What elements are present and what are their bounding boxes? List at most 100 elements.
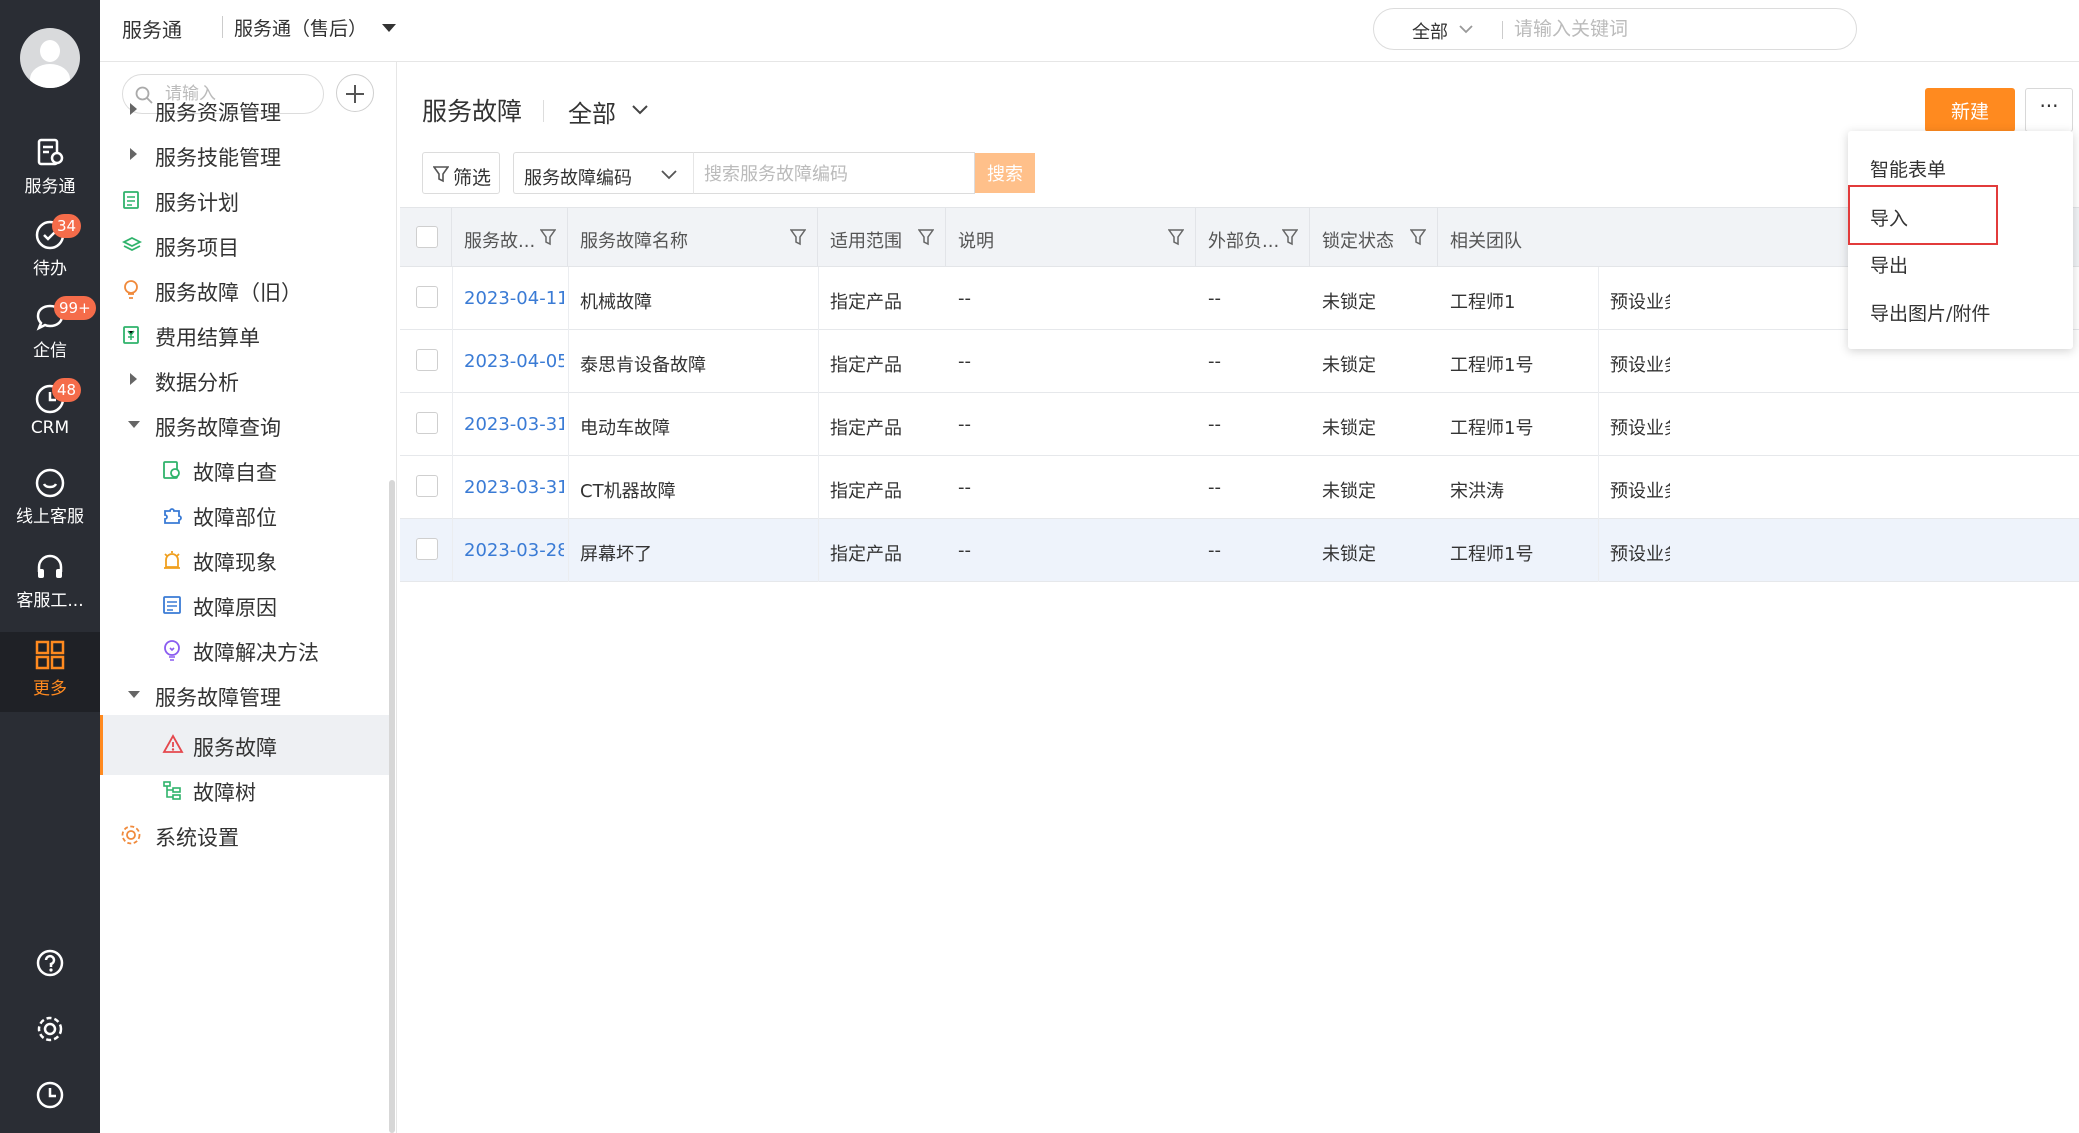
global-search-input[interactable]: [1514, 15, 1834, 43]
top-bar: 服务通 服务通（售后） 全部: [100, 0, 2079, 62]
lock-status: 未锁定: [1322, 292, 1376, 313]
scope: 指定产品: [830, 418, 902, 439]
caret-down-icon[interactable]: [382, 24, 396, 32]
fault-name: CT机器故障: [580, 481, 676, 502]
lock-status: 未锁定: [1322, 355, 1376, 376]
rail-item-more[interactable]: 更多: [0, 632, 100, 712]
column-header[interactable]: 相关团队: [1438, 208, 1598, 266]
todo-badge: 34: [52, 214, 82, 238]
column-header[interactable]: 服务故...: [452, 208, 568, 266]
sidebar-item-label: 费用结算单: [155, 326, 260, 350]
column-header-label: 服务故障名称: [580, 231, 688, 252]
description: --: [958, 477, 971, 498]
sidebar-item-system-settings[interactable]: 系统设置: [100, 805, 390, 865]
caret-down-icon: [128, 421, 140, 428]
table-row[interactable]: 2023-03-310... CT机器故障 指定产品 -- -- 未锁定 宋洪涛…: [400, 456, 2079, 519]
filter-icon[interactable]: [790, 228, 806, 246]
app-title[interactable]: 服务通: [122, 14, 182, 43]
chevron-down-icon[interactable]: [631, 104, 649, 115]
app-switcher-label[interactable]: 服务通（售后）: [234, 14, 367, 41]
service-icon: [37, 138, 64, 166]
column-header-label: 锁定状态: [1322, 231, 1394, 252]
help-button[interactable]: [0, 936, 100, 986]
column-header-label: 相关团队: [1450, 231, 1522, 252]
filter-icon[interactable]: [1168, 228, 1184, 246]
column-header[interactable]: 服务故障名称: [568, 208, 818, 266]
table-row[interactable]: 2023-03-310... 电动车故障 指定产品 -- -- 未锁定 工程师1…: [400, 393, 2079, 456]
search-scope-select[interactable]: 全部: [1412, 18, 1448, 44]
search-button[interactable]: 搜索: [975, 153, 1035, 193]
row-checkbox[interactable]: [416, 538, 438, 560]
business-type: 预设业务: [1610, 544, 1670, 565]
history-button[interactable]: [0, 1068, 100, 1118]
rail-label: CRM: [30, 418, 70, 438]
column-header[interactable]: 外部负...: [1196, 208, 1310, 266]
rail-item-online-service[interactable]: 线上客服: [0, 460, 100, 540]
row-checkbox[interactable]: [416, 412, 438, 434]
sidebar-scrollbar[interactable]: [389, 480, 395, 1133]
more-button[interactable]: ···: [2025, 88, 2073, 132]
related-team: 工程师1号: [1450, 544, 1534, 565]
main-content: 服务故障 全部 新建 ··· 筛选 服务故障编码 搜索 服务故... 服务故障名…: [398, 62, 2079, 1133]
lock-status: 未锁定: [1322, 481, 1376, 502]
menu-item-import[interactable]: 导入: [1848, 185, 1998, 245]
filter-icon[interactable]: [918, 228, 934, 246]
rail-item-service[interactable]: 服务通: [0, 130, 100, 210]
filter-icon[interactable]: [1410, 228, 1426, 246]
column-header[interactable]: 适用范围: [818, 208, 946, 266]
caret-down-icon: [128, 691, 140, 698]
rail-item-chat[interactable]: 企信 99+: [0, 294, 100, 374]
warning-icon: [162, 734, 184, 753]
menu-item-label: 智能表单: [1870, 159, 1947, 181]
table-row[interactable]: 2023-04-110... 机械故障 指定产品 -- -- 未锁定 工程师1 …: [400, 267, 2079, 330]
sidebar-item-label: 服务资源管理: [155, 101, 281, 125]
description: --: [958, 414, 971, 435]
history-icon: [36, 1081, 64, 1109]
rail-item-crm[interactable]: CRM 48: [0, 376, 100, 456]
filter-icon[interactable]: [1282, 228, 1298, 246]
column-header[interactable]: 锁定状态: [1310, 208, 1438, 266]
menu-item-export[interactable]: 导出: [1848, 239, 2073, 285]
caret-right-icon: [130, 148, 137, 160]
column-header[interactable]: 说明: [946, 208, 1196, 266]
view-select[interactable]: 全部: [568, 94, 616, 129]
table-row[interactable]: 2023-04-050... 泰思肯设备故障 指定产品 -- -- 未锁定 工程…: [400, 330, 2079, 393]
business-type: 预设业务: [1610, 481, 1670, 502]
rail-item-service-desk[interactable]: 客服工...: [0, 544, 100, 624]
fault-code-link[interactable]: 2023-04-110...: [464, 288, 564, 309]
menu-item-export-images[interactable]: 导出图片/附件: [1848, 287, 2073, 333]
sidebar-item-label: 故障解决方法: [193, 641, 319, 665]
keyword-input[interactable]: [704, 161, 964, 187]
filter-icon[interactable]: [540, 228, 556, 246]
row-checkbox[interactable]: [416, 349, 438, 371]
fault-code-link[interactable]: 2023-03-280...: [464, 540, 564, 561]
avatar[interactable]: [20, 28, 80, 88]
receipt-icon: [123, 326, 139, 344]
row-checkbox[interactable]: [416, 475, 438, 497]
fault-code-link[interactable]: 2023-04-050...: [464, 351, 564, 372]
fault-name: 机械故障: [580, 292, 652, 313]
column-header-label: 外部负...: [1208, 231, 1280, 252]
select-all-checkbox[interactable]: [416, 226, 438, 248]
fault-name: 泰思肯设备故障: [580, 355, 706, 376]
fault-code-link[interactable]: 2023-03-310...: [464, 414, 564, 435]
new-button[interactable]: 新建: [1925, 88, 2015, 132]
more-menu: 智能表单 导入 导出 导出图片/附件: [1848, 131, 2073, 349]
fault-code-link[interactable]: 2023-03-310...: [464, 477, 564, 498]
filter-button[interactable]: 筛选: [422, 152, 500, 194]
menu-item-label: 导入: [1870, 208, 1909, 230]
rail-label: 企信: [33, 341, 67, 361]
settings-button[interactable]: [0, 1002, 100, 1052]
table-row[interactable]: 2023-03-280... 屏幕坏了 指定产品 -- -- 未锁定 工程师1号…: [400, 519, 2079, 582]
chevron-down-icon[interactable]: [1458, 24, 1474, 34]
row-checkbox[interactable]: [416, 286, 438, 308]
sidebar-item-label: 故障原因: [193, 596, 277, 620]
tree-icon: [163, 781, 181, 800]
divider: [1502, 21, 1503, 39]
page-title: 服务故障: [422, 97, 523, 126]
divider: [222, 16, 223, 38]
rail-item-todo[interactable]: 待办 34: [0, 212, 100, 292]
sidebar-item-label: 服务故障管理: [155, 686, 281, 710]
search-field-select[interactable]: 服务故障编码: [513, 152, 693, 194]
menu-item-smart-form[interactable]: 智能表单: [1848, 143, 2073, 189]
